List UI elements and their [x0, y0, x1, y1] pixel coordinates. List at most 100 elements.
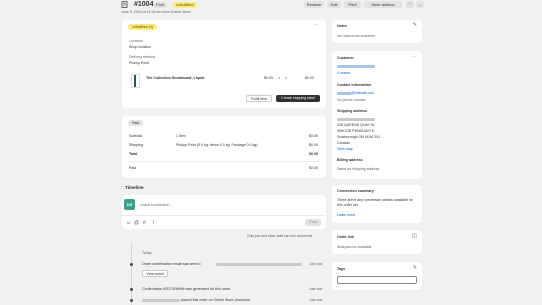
notes-card: Notes ✎ No notes from customer	[332, 20, 422, 43]
post-button[interactable]: Post	[305, 219, 321, 226]
quantity: 1	[285, 76, 287, 80]
redacted-customer-name	[142, 299, 180, 302]
view-map-link[interactable]: View map	[337, 147, 353, 151]
timeline-line	[131, 244, 132, 305]
ellipsis-icon[interactable]: ···	[411, 54, 418, 60]
timeline-event-time: Just now	[309, 287, 323, 291]
divider	[128, 161, 320, 162]
previous-order-button[interactable]: ⌃	[406, 1, 414, 8]
order-details-page: #1004 Paid Unfulfilled June 5, 2024 at 1…	[0, 0, 542, 305]
location-label: Location	[129, 39, 143, 43]
timeline-dot	[130, 263, 133, 266]
payment-row-detail: Pickup Point (0.0 kg: Items 0.0 kg, Pack…	[176, 143, 258, 147]
customer-email-link[interactable]: @hotmail.com	[351, 91, 374, 95]
payment-row-label: Subtotal	[129, 134, 143, 138]
times-sign: ×	[278, 76, 281, 80]
hash-icon[interactable]: #	[143, 220, 146, 226]
location-value: Shop location	[129, 45, 151, 49]
timeline-dot	[130, 288, 133, 291]
payment-row-detail: 1 item	[176, 134, 186, 138]
paid-amount: $0.00	[309, 166, 318, 170]
redacted-email	[216, 263, 302, 266]
more-actions-button[interactable]: More actions	[364, 1, 402, 8]
payment-badge-label: Paid	[132, 121, 140, 125]
timeline-title: Timeline	[125, 185, 144, 190]
customer-phone: No phone number	[337, 98, 366, 102]
edit-icon[interactable]: ✎	[413, 22, 417, 28]
payment-row-label: Shipping	[129, 143, 143, 147]
ellipsis-icon[interactable]: ···	[314, 22, 321, 28]
unfulfilled-count-badge: Unfulfilled (1)	[128, 24, 158, 30]
receipt-icon	[121, 1, 128, 8]
chevron-up-icon: ⌃	[408, 2, 412, 7]
unit-price: $0.00	[264, 76, 273, 80]
billing-address-text: Same as shipping address	[337, 167, 380, 171]
paid-label: Paid	[129, 166, 137, 170]
notes-text: No notes from customer	[337, 34, 376, 38]
order-risk-text: Analysis not available	[337, 245, 372, 249]
timeline-event: Confirmation #2D7X0NHM was generated for…	[142, 287, 232, 291]
delivery-method-label: Delivery method	[129, 55, 155, 59]
timeline-dot	[130, 299, 133, 302]
timeline-event: placed this order on Online Store (check…	[181, 298, 251, 302]
conversion-text: There aren't any conversion details avai…	[337, 198, 414, 207]
fulfill-item-button[interactable]: Fulfill item	[246, 95, 272, 102]
redacted-customer-name	[337, 65, 375, 68]
tags-title: Tags	[337, 267, 346, 271]
avatar: DS	[124, 199, 135, 210]
product-thumbnail	[131, 74, 140, 88]
next-order-button[interactable]: ⌄	[416, 1, 424, 8]
contact-info-title: Contact information	[337, 83, 372, 87]
timeline-event-time: Just now	[309, 262, 323, 266]
payment-card: Paid Subtotal 1 item $0.00 Shipping Pick…	[122, 116, 326, 178]
timeline-event: Order confirmation email was sent to	[142, 262, 201, 266]
notes-title: Notes	[337, 24, 347, 28]
tags-input[interactable]	[337, 276, 417, 284]
address-line: Scarborough ON M1M 3X1	[337, 135, 381, 139]
delivery-method-value: Pickup Point	[129, 61, 149, 65]
payment-status-badge: Paid	[128, 120, 144, 126]
address-line: 228 QUEENS QUAY W	[337, 123, 375, 127]
payment-row-label: Total	[129, 152, 138, 156]
info-icon[interactable]: ◫	[412, 233, 417, 239]
attach-icon[interactable]: ⌇	[152, 220, 154, 226]
divider	[122, 215, 326, 216]
order-risk-title: Order risk	[337, 235, 355, 239]
comment-box: DS Leave a comment... ☺ @ # ⌇ Post	[122, 195, 326, 229]
fulfillment-card: Unfulfilled (1) ··· Location Shop locati…	[122, 20, 326, 108]
learn-more-link[interactable]: Learn more	[337, 213, 355, 217]
restock-button[interactable]: Restock	[304, 1, 324, 8]
billing-address-title: Billing address	[337, 158, 363, 162]
print-button[interactable]: Print	[344, 1, 361, 8]
view-email-button[interactable]: View email	[142, 270, 168, 277]
edit-icon[interactable]: ✎	[413, 265, 417, 271]
chevron-down-icon: ⌄	[418, 2, 422, 7]
at-icon[interactable]: @	[134, 220, 139, 226]
emoji-icon[interactable]: ☺	[126, 220, 131, 226]
customer-title: Customer	[337, 56, 354, 60]
timeline-date-label: Today	[142, 251, 152, 255]
page-title: #1004	[134, 1, 154, 8]
edit-order-button[interactable]: Edit	[327, 1, 341, 8]
unfulfilled-status-badge: Unfulfilled	[173, 2, 197, 8]
conversion-summary-card: Conversion summary There aren't any conv…	[332, 185, 422, 223]
address-line: Canada	[337, 141, 350, 145]
payment-row-amount: $0.00	[309, 134, 318, 138]
shipping-address-title: Shipping address	[337, 109, 368, 113]
customer-orders-link[interactable]: 4 orders	[337, 71, 350, 75]
product-name-link[interactable]: The Collection Snowboard: Liquid	[146, 76, 204, 80]
address-line: SIMCOE PENGUIN FD	[337, 129, 375, 133]
order-subtitle: June 5, 2024 at 11:18 am from Online Sto…	[121, 10, 191, 14]
payment-row-amount: $0.00	[309, 143, 318, 147]
payment-row-amount: $0.00	[309, 152, 318, 156]
comment-visibility-note: Only you and other staff can see comment…	[247, 234, 313, 238]
comment-input[interactable]: Leave a comment...	[140, 203, 172, 207]
redacted-email-prefix	[337, 92, 351, 95]
conversion-title: Conversion summary	[337, 189, 374, 193]
customer-card: Customer ··· 4 orders Contact informatio…	[332, 51, 422, 179]
redacted-shipping-name	[337, 118, 375, 121]
tags-card: Tags ✎	[332, 262, 422, 290]
line-total: $0.00	[305, 76, 314, 80]
create-shipping-label-button[interactable]: Create shipping label	[276, 95, 320, 102]
timeline-event-time: Just now	[309, 298, 323, 302]
